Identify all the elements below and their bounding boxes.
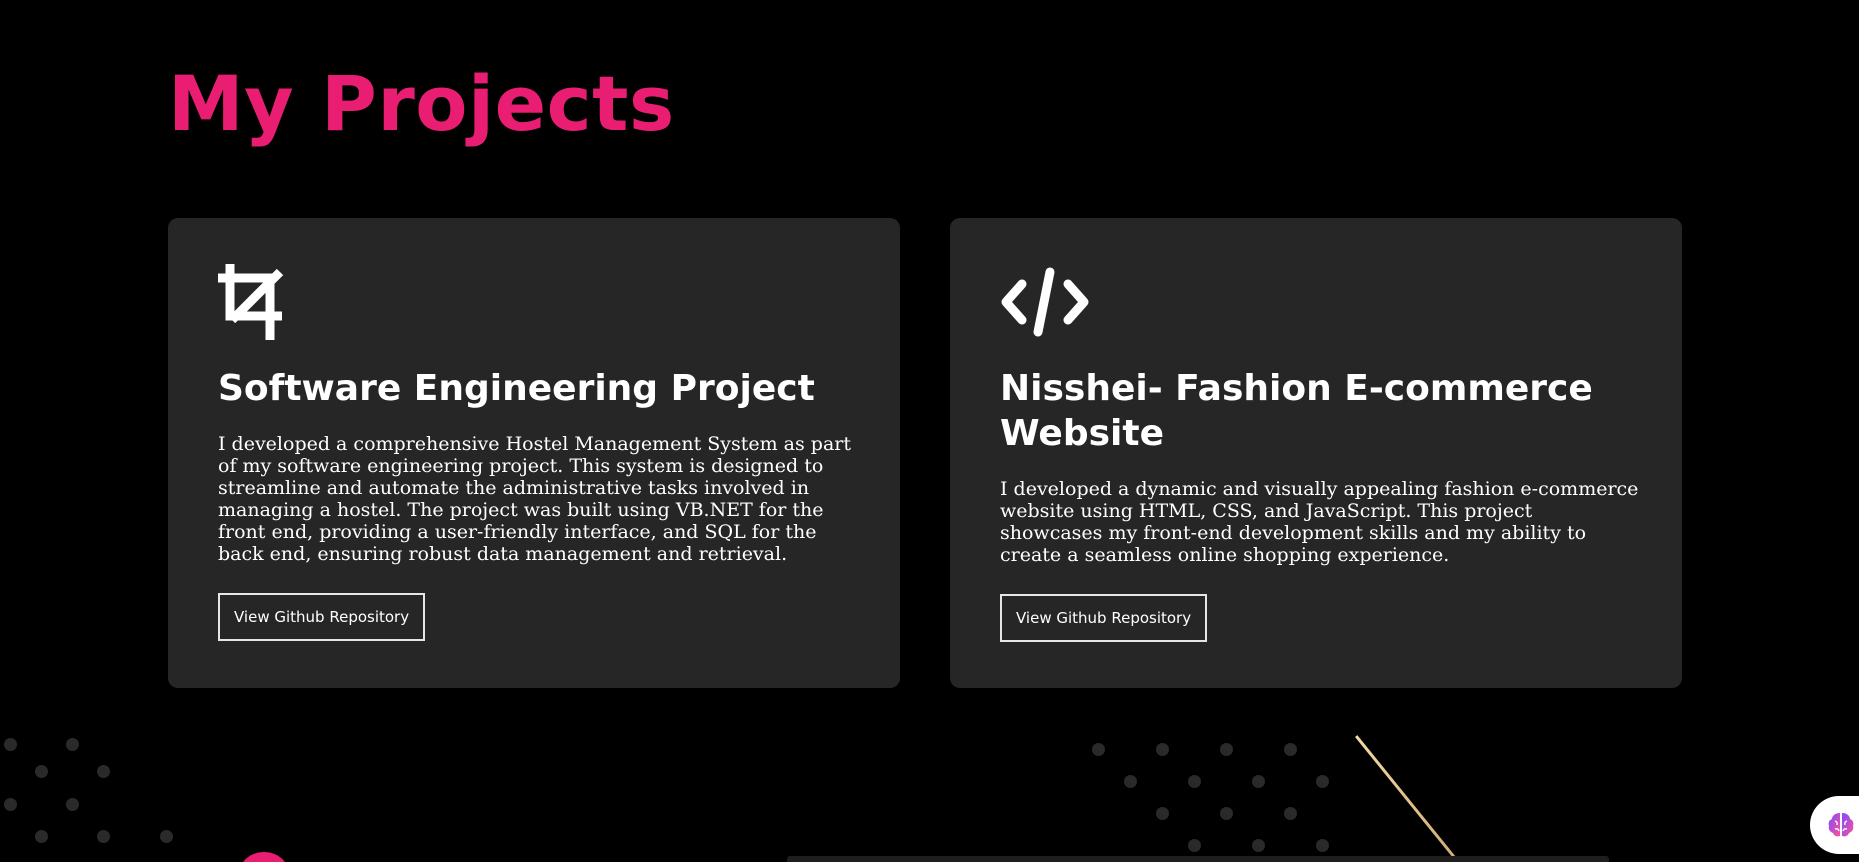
brain-icon [1828, 813, 1854, 837]
project-title: Nisshei- Fashion E-commerce Website [1000, 368, 1593, 454]
project-title: Software Engineering Project [218, 368, 815, 409]
assistant-widget-button[interactable] [1810, 796, 1859, 854]
project-card-fashion-ecommerce: Nisshei- Fashion E-commerce Website I de… [950, 218, 1682, 688]
view-github-repository-button[interactable]: View Github Repository [1000, 594, 1208, 642]
decorative-diagonal-line [1355, 735, 1477, 862]
section-title: My Projects [168, 59, 675, 148]
decorative-pink-arc [240, 852, 288, 862]
view-github-repository-button[interactable]: View Github Repository [218, 593, 426, 641]
crop-icon [218, 264, 284, 340]
code-icon [1001, 267, 1089, 337]
project-description: I developed a dynamic and visually appea… [1000, 478, 1639, 566]
project-description: I developed a comprehensive Hostel Manag… [218, 433, 852, 565]
project-card-software-engineering: Software Engineering Project I developed… [168, 218, 900, 688]
next-section-edge [787, 856, 1609, 862]
projects-page: My Projects Software Engineering Project… [0, 0, 1859, 862]
